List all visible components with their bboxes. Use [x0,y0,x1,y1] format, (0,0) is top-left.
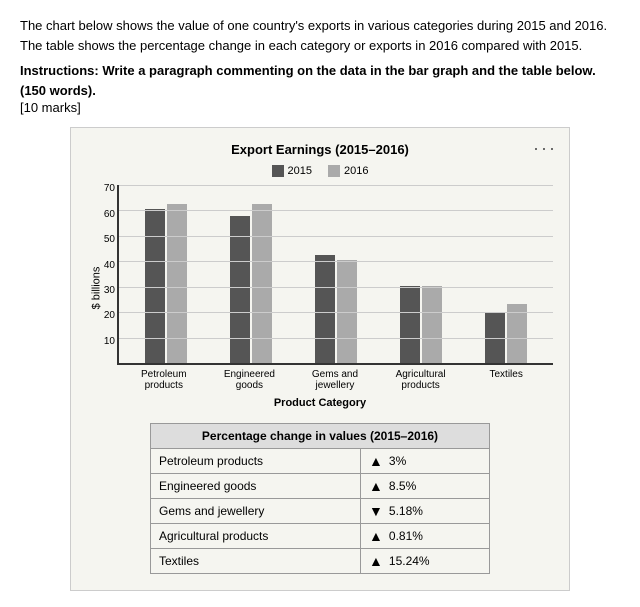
y-tick: 10 [93,336,115,347]
chart-inner: 70605040302010 [117,185,553,365]
table-row: Engineered goods ▲ 8.5% [151,474,490,499]
x-label: Petroleumproducts [134,369,194,391]
grid-line [119,312,553,313]
table-category: Petroleum products [151,449,361,474]
bar-2016 [252,204,272,363]
x-label: Engineeredgoods [219,369,279,391]
percentage-value: 5.18% [389,504,423,518]
y-tick: 60 [93,209,115,220]
table-value: ▲ 15.24% [361,549,490,574]
table-row: Gems and jewellery▼5.18% [151,499,490,524]
bar-pair [315,255,357,363]
bar-2016 [167,204,187,363]
table-value: ▼5.18% [361,499,490,524]
x-label: Textiles [476,369,536,391]
table-category: Agricultural products [151,524,361,549]
arrow-up-icon: ▲ [369,478,383,494]
grid-line [119,261,553,262]
y-tick: 20 [93,310,115,321]
grid-line [119,185,553,186]
y-tick: 50 [93,234,115,245]
table-value: ▲ 0.81% [361,524,490,549]
table-category: Engineered goods [151,474,361,499]
table-row: Textiles ▲ 15.24% [151,549,490,574]
bar-pair [230,204,272,363]
grid-line [119,236,553,237]
arrow-up-icon: ▲ [369,453,383,469]
x-labels: Petroleumproducts Engineeredgoods Gems and… [117,369,553,391]
chart-container: ··· Export Earnings (2015–2016) 2015 201… [70,127,570,591]
grid-line [119,287,553,288]
grid-line [119,338,553,339]
table-wrapper: Percentage change in values (2015–2016) … [87,423,553,574]
bar-2016 [422,286,442,363]
y-tick: 70 [93,183,115,194]
y-tick: 40 [93,260,115,271]
legend-2015: 2015 [272,165,312,177]
grid-line [119,210,553,211]
arrow-up-icon: ▲ [369,553,383,569]
table-header: Percentage change in values (2015–2016) [151,424,490,449]
table-value: ▲ 8.5% [361,474,490,499]
intro-text: The chart below shows the value of one c… [20,16,620,55]
x-axis-label: Product Category [87,397,553,409]
percentage-value: 0.81% [389,529,423,543]
chart-legend: 2015 2016 [87,165,553,177]
bar-chart: 70605040302010 Petroleumproducts Engineer… [117,185,553,391]
bar-pair [400,286,442,363]
bar-pair [145,204,187,363]
bar-2015 [230,216,250,363]
bar-2015 [315,255,335,363]
percentage-value: 15.24% [389,554,430,568]
more-options-button[interactable]: ··· [533,138,557,159]
legend-2016-box [328,165,340,177]
legend-2015-box [272,165,284,177]
percentage-value: 3% [389,454,406,468]
legend-2016-label: 2016 [344,165,368,177]
table-row: Agricultural products ▲ 0.81% [151,524,490,549]
y-tick: 30 [93,285,115,296]
percentage-value: 8.5% [389,479,416,493]
legend-2015-label: 2015 [288,165,312,177]
x-label: Agriculturalproducts [391,369,451,391]
legend-2016: 2016 [328,165,368,177]
table-category: Textiles [151,549,361,574]
chart-title: Export Earnings (2015–2016) [87,142,553,157]
table-value: ▲ 3% [361,449,490,474]
x-label: Gems andjewellery [305,369,365,391]
bars-wrapper [119,185,553,363]
chart-area: $ billions 70605040302010 Petroleumprodu… [117,185,553,391]
percentage-table: Percentage change in values (2015–2016) … [150,423,490,574]
instruction-text: Instructions: Write a paragraph commenti… [20,61,620,100]
arrow-up-icon: ▲ [369,528,383,544]
bar-2015 [400,286,420,363]
marks-text: [10 marks] [20,100,620,115]
table-row: Petroleum products ▲ 3% [151,449,490,474]
table-category: Gems and jewellery [151,499,361,524]
